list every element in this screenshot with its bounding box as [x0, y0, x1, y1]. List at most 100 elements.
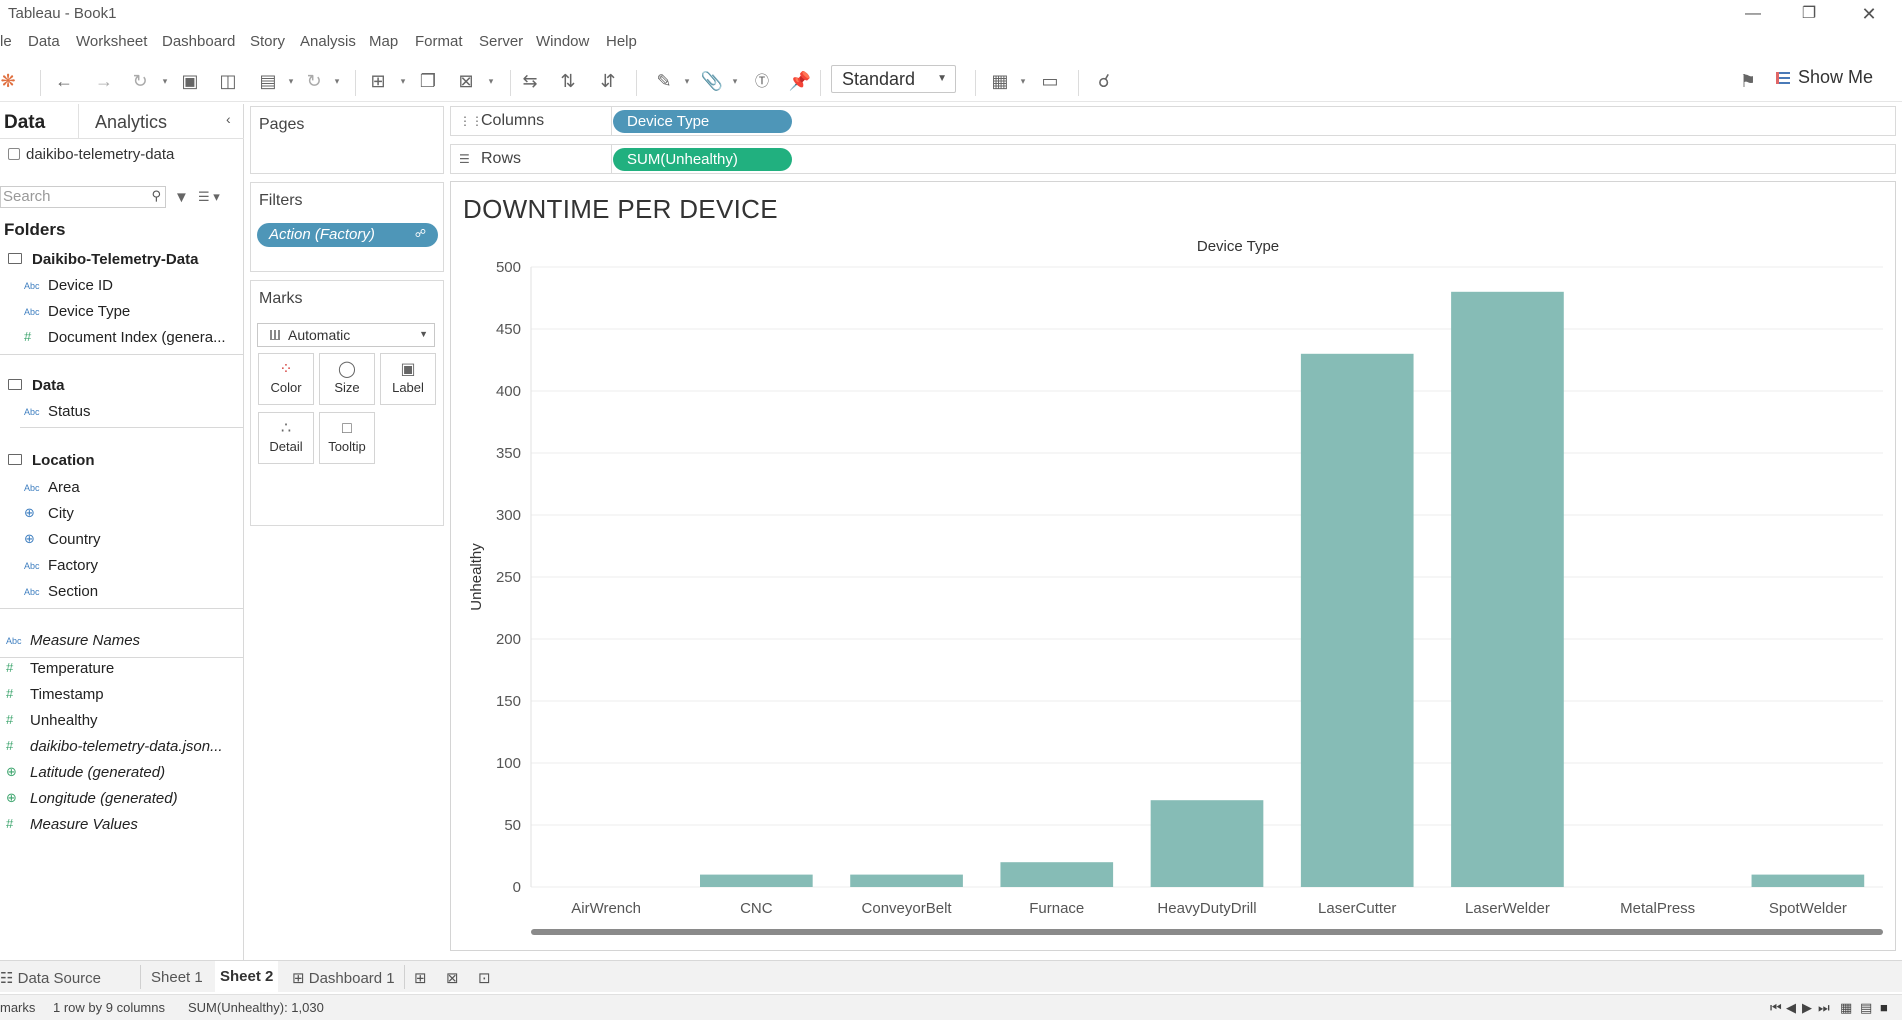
sheet-sorter-icon[interactable]: ■ [1880, 1000, 1888, 1015]
close-icon[interactable]: ✕ [1846, 2, 1892, 26]
clear-dropdown-icon[interactable]: ▾ [486, 69, 496, 93]
show-cards-icon[interactable]: ▦ [988, 69, 1012, 93]
save-icon[interactable]: ▣ [178, 69, 202, 93]
marks-size-button[interactable]: ◯ Size [319, 353, 375, 405]
menu-map[interactable]: Map [369, 33, 398, 50]
highlight-icon[interactable]: ✎ [652, 69, 676, 93]
show-cards-dropdown-icon[interactable]: ▾ [1018, 69, 1028, 93]
menu-analysis[interactable]: Analysis [300, 33, 356, 50]
prev-page-icon[interactable]: ◀ [1786, 1000, 1796, 1016]
refresh-dropdown-icon[interactable]: ▾ [332, 69, 342, 93]
replay-dropdown-icon[interactable]: ▾ [160, 69, 170, 93]
data-source-item[interactable]: daikibo-telemetry-data [8, 146, 174, 163]
columns-shelf[interactable]: ⋮⋮Columns Device Type [450, 106, 1896, 136]
field-factory[interactable]: Abc Factory [24, 557, 98, 574]
bar-furnace[interactable] [1000, 862, 1114, 887]
data-source-tab[interactable]: ☷ Data Source [0, 969, 101, 987]
fix-axes-icon[interactable]: 📌 [788, 69, 812, 93]
field-measure-names[interactable]: Abc Measure Names [6, 632, 140, 649]
filmstrip-view-icon[interactable]: ▤ [1860, 1000, 1872, 1016]
menu-help[interactable]: Help [606, 33, 637, 50]
marks-color-button[interactable]: ⁘ Color [258, 353, 314, 405]
marks-tooltip-button[interactable]: □ Tooltip [319, 412, 375, 464]
menu-file[interactable]: le [0, 33, 12, 50]
pages-card[interactable]: Pages [250, 106, 444, 174]
restore-icon[interactable]: ❐ [1786, 2, 1832, 26]
next-page-icon[interactable]: ▶ [1802, 1000, 1812, 1016]
field-longitude[interactable]: ⊕ Longitude (generated) [6, 790, 178, 807]
columns-pill-device-type[interactable]: Device Type [613, 110, 792, 133]
view-options-icon[interactable]: ☰ ▾ [198, 189, 220, 205]
undo-icon[interactable]: ← [52, 69, 76, 93]
horizontal-scrollbar[interactable] [531, 929, 1883, 935]
field-device-type[interactable]: Abc Device Type [24, 303, 130, 320]
search-input[interactable]: Search ⚲ [0, 186, 166, 208]
tab-view-icon[interactable]: ▦ [1840, 1000, 1852, 1016]
collapse-pane-icon[interactable]: ‹ [226, 111, 231, 127]
filters-card[interactable]: Filters Action (Factory) ☍ [250, 182, 444, 272]
filter-pill-action-factory[interactable]: Action (Factory) ☍ [257, 223, 438, 247]
bar-heavydutydrill[interactable] [1150, 800, 1264, 887]
field-section[interactable]: Abc Section [24, 583, 98, 600]
field-unhealthy[interactable]: # Unhealthy [6, 712, 98, 729]
tableau-logo-icon[interactable]: ❋ [0, 69, 20, 93]
group-dropdown-icon[interactable]: ▾ [730, 69, 740, 93]
tab-data[interactable]: Data [4, 112, 45, 134]
menu-window[interactable]: Window [536, 33, 589, 50]
duplicate-sheet-icon[interactable]: ❐ [416, 69, 440, 93]
viz-area[interactable]: DOWNTIME PER DEVICE Device Type 0 50 100 15… [450, 181, 1896, 951]
menu-data[interactable]: Data [28, 33, 60, 50]
sort-ascending-icon[interactable]: ⇅ [556, 69, 580, 93]
tab-dashboard-1[interactable]: ⊞ Dashboard 1 [292, 969, 395, 987]
minimize-icon[interactable]: — [1730, 2, 1776, 26]
share-icon[interactable]: ☌ [1092, 69, 1116, 93]
field-status[interactable]: Abc Status [24, 403, 91, 420]
filter-icon[interactable]: ▼ [174, 189, 189, 206]
bar-cnc[interactable] [700, 874, 813, 887]
replay-icon[interactable]: ↻ [128, 69, 152, 93]
marks-detail-button[interactable]: ∴ Detail [258, 412, 314, 464]
folder-location[interactable]: Location [8, 452, 95, 469]
field-area[interactable]: Abc Area [24, 479, 80, 496]
show-mark-labels-icon[interactable]: Ⓣ [750, 69, 774, 93]
group-members-icon[interactable]: 📎 [700, 69, 724, 93]
pause-dropdown-icon[interactable]: ▾ [286, 69, 296, 93]
fit-select[interactable]: Standard ▼ [831, 65, 956, 93]
new-dashboard-tab-icon[interactable]: ⊠ [446, 969, 459, 987]
bar-chart[interactable]: 0 50 100 150 200 250 300 350 400 450 500 Unhealthy A… [451, 182, 1895, 950]
swap-rows-columns-icon[interactable]: ⇆ [518, 69, 542, 93]
new-story-tab-icon[interactable]: ⊡ [478, 969, 491, 987]
tab-sheet-1[interactable]: Sheet 1 [151, 969, 203, 986]
new-data-source-icon[interactable]: ◫ [216, 69, 240, 93]
field-city[interactable]: ⊕ City [24, 505, 74, 522]
redo-icon[interactable]: → [92, 69, 116, 93]
refresh-icon[interactable]: ↻ [302, 69, 326, 93]
rows-pill-sum-unhealthy[interactable]: SUM(Unhealthy) [613, 148, 792, 171]
tab-analytics[interactable]: Analytics [95, 112, 167, 133]
field-device-id[interactable]: Abc Device ID [24, 277, 113, 294]
folder-data[interactable]: Data [8, 377, 65, 394]
highlight-dropdown-icon[interactable]: ▾ [682, 69, 692, 93]
last-page-icon[interactable]: ⏭ [1818, 1000, 1830, 1016]
menu-dashboard[interactable]: Dashboard [162, 33, 235, 50]
menu-format[interactable]: Format [415, 33, 463, 50]
menu-worksheet[interactable]: Worksheet [76, 33, 147, 50]
bar-lasercutter[interactable] [1300, 353, 1414, 887]
bar-conveyorbelt[interactable] [850, 874, 963, 887]
folder-daikibo-telemetry-data[interactable]: Daikibo-Telemetry-Data [8, 251, 198, 268]
sort-descending-icon[interactable]: ⇵ [596, 69, 620, 93]
new-worksheet-tab-icon[interactable]: ⊞ [414, 969, 427, 987]
field-timestamp[interactable]: # Timestamp [6, 686, 104, 703]
menu-server[interactable]: Server [479, 33, 523, 50]
field-latitude[interactable]: ⊕ Latitude (generated) [6, 764, 165, 781]
rows-shelf[interactable]: ☰ Rows SUM(Unhealthy) [450, 144, 1896, 174]
field-document-index[interactable]: # Document Index (genera... [24, 329, 226, 346]
show-me-button[interactable]: Show Me [1776, 67, 1896, 91]
clear-sheet-icon[interactable]: ⊠ [454, 69, 478, 93]
first-page-icon[interactable]: ⏮ [1770, 1000, 1782, 1016]
bar-spotwelder[interactable] [1751, 874, 1865, 887]
menu-story[interactable]: Story [250, 33, 285, 50]
field-record-count[interactable]: # daikibo-telemetry-data.json... [6, 738, 223, 755]
ask-data-icon[interactable]: ⚑ [1736, 69, 1760, 93]
pause-updates-icon[interactable]: ▤ [256, 69, 280, 93]
